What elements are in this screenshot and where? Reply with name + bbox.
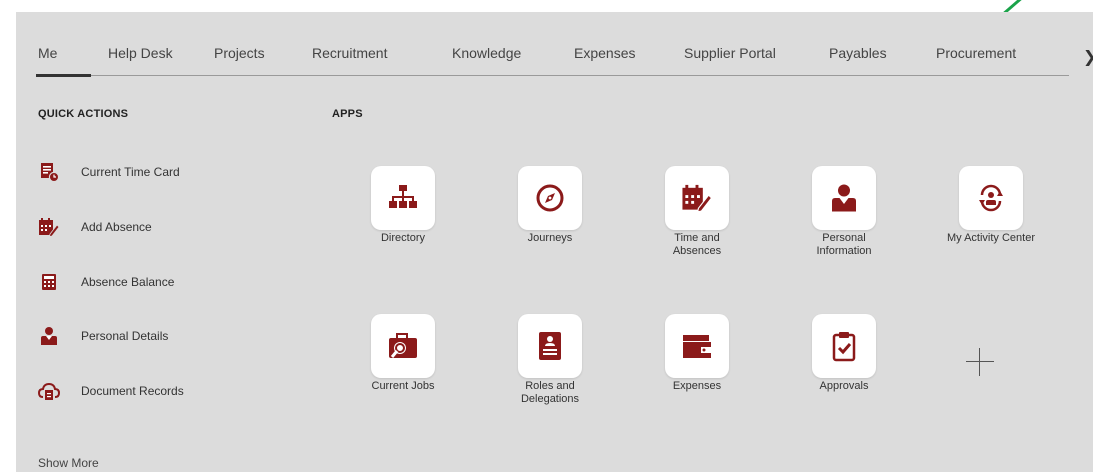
- apps-heading: APPS: [332, 108, 363, 120]
- org-chart-icon: [371, 166, 435, 230]
- app-time-and-absences[interactable]: Time and Absences: [637, 166, 757, 258]
- activity-center-icon: [959, 166, 1023, 230]
- tab-payables[interactable]: Payables: [829, 45, 887, 61]
- calculator-icon: [38, 271, 60, 293]
- quick-action-personal-details[interactable]: Personal Details: [38, 324, 168, 348]
- app-label: Journeys: [527, 232, 573, 244]
- clipboard-check-icon: [812, 314, 876, 378]
- quick-action-add-absence[interactable]: Add Absence: [38, 215, 152, 239]
- app-label: Approvals: [819, 380, 869, 392]
- briefcase-search-icon: [371, 314, 435, 378]
- tab-expenses[interactable]: Expenses: [574, 45, 635, 61]
- badge-icon: [518, 314, 582, 378]
- tab-me[interactable]: Me: [38, 45, 57, 61]
- app-my-activity-center[interactable]: My Activity Center: [931, 166, 1051, 245]
- quick-action-current-time-card[interactable]: Current Time Card: [38, 160, 180, 184]
- app-label: Personal Information: [816, 232, 872, 257]
- tab-recruitment[interactable]: Recruitment: [312, 45, 387, 61]
- app-current-jobs[interactable]: Current Jobs: [343, 314, 463, 393]
- chevron-right-icon[interactable]: ❯: [1083, 47, 1093, 67]
- tab-projects[interactable]: Projects: [214, 45, 265, 61]
- quick-action-label: Absence Balance: [81, 275, 175, 289]
- app-directory[interactable]: Directory: [343, 166, 463, 245]
- tab-bar: Me Help Desk Projects Recruitment Knowle…: [16, 12, 1093, 78]
- person-icon: [812, 166, 876, 230]
- app-label: Roles and Delegations: [520, 380, 580, 405]
- app-expenses[interactable]: Expenses: [637, 314, 757, 393]
- add-app-plus-icon[interactable]: [964, 346, 996, 378]
- app-label: Current Jobs: [371, 380, 435, 392]
- quick-action-label: Document Records: [81, 384, 184, 398]
- tab-procurement[interactable]: Procurement: [936, 45, 1016, 61]
- app-journeys[interactable]: Journeys: [490, 166, 610, 245]
- quick-action-label: Current Time Card: [81, 165, 180, 179]
- compass-icon: [518, 166, 582, 230]
- active-tab-indicator: [36, 74, 91, 77]
- quick-actions-heading: QUICK ACTIONS: [38, 108, 129, 120]
- app-personal-information[interactable]: Personal Information: [784, 166, 904, 258]
- person-icon: [38, 325, 60, 347]
- app-label: Time and Absences: [672, 232, 722, 257]
- cloud-document-icon: [38, 380, 60, 402]
- wallet-icon: [665, 314, 729, 378]
- tab-divider: [36, 75, 1069, 76]
- tab-knowledge[interactable]: Knowledge: [452, 45, 521, 61]
- tab-supplier-portal[interactable]: Supplier Portal: [684, 45, 776, 61]
- app-roles-and-delegations[interactable]: Roles and Delegations: [490, 314, 610, 406]
- app-label: Expenses: [672, 380, 722, 392]
- calendar-pencil-icon: [665, 166, 729, 230]
- quick-action-absence-balance[interactable]: Absence Balance: [38, 270, 174, 294]
- app-label: Directory: [380, 232, 425, 244]
- show-more-link[interactable]: Show More: [38, 456, 99, 470]
- quick-action-label: Add Absence: [81, 220, 152, 234]
- quick-action-label: Personal Details: [81, 329, 169, 343]
- tab-help-desk[interactable]: Help Desk: [108, 45, 173, 61]
- app-approvals[interactable]: Approvals: [784, 314, 904, 393]
- calendar-pencil-icon: [38, 216, 60, 238]
- app-label: My Activity Center: [946, 232, 1036, 244]
- time-card-icon: [38, 161, 60, 183]
- quick-action-document-records[interactable]: Document Records: [38, 379, 184, 403]
- home-panel: Me Help Desk Projects Recruitment Knowle…: [16, 12, 1093, 472]
